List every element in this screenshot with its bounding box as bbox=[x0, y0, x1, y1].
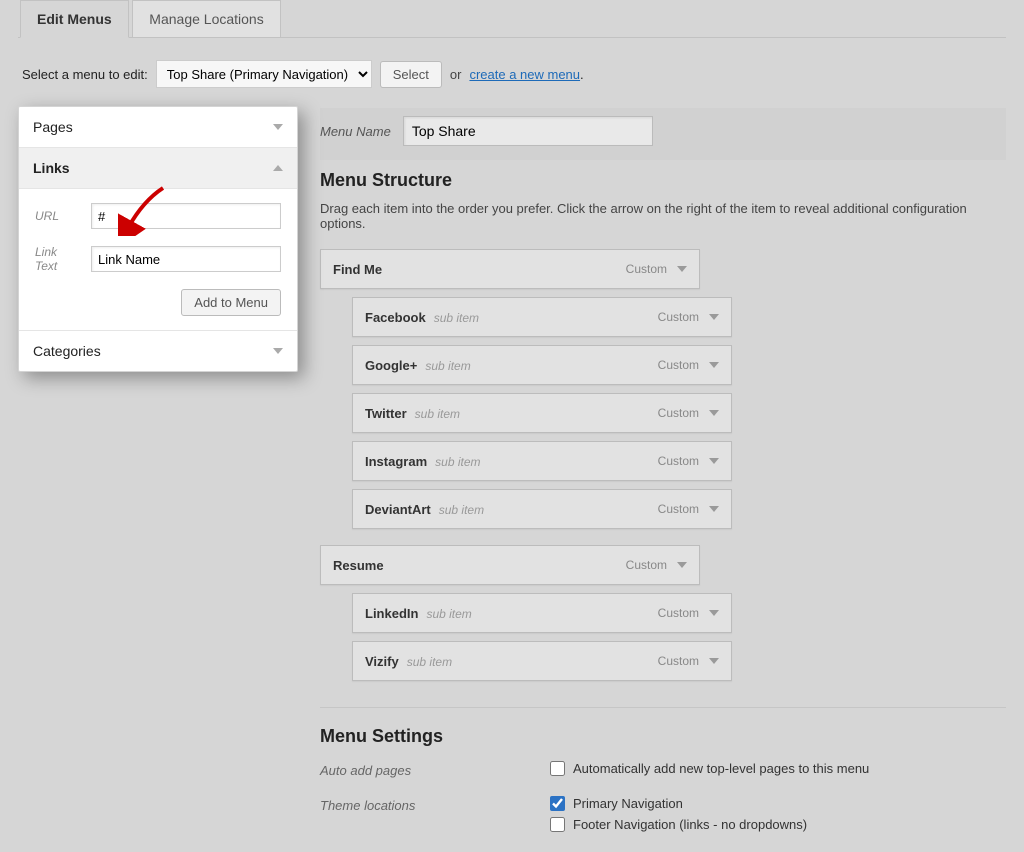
tab-manage-locations[interactable]: Manage Locations bbox=[132, 0, 280, 38]
menu-name-label: Menu Name bbox=[320, 124, 391, 139]
menu-item[interactable]: Google+ sub item Custom bbox=[352, 345, 732, 385]
chevron-down-icon[interactable] bbox=[709, 458, 719, 464]
chevron-down-icon[interactable] bbox=[677, 266, 687, 272]
select-menu-label: Select a menu to edit: bbox=[22, 67, 148, 82]
theme-primary-checkbox[interactable] bbox=[550, 796, 565, 811]
menu-item-title: Instagram bbox=[365, 454, 427, 469]
menu-item-type: Custom bbox=[626, 262, 667, 276]
menu-item[interactable]: DeviantArt sub item Custom bbox=[352, 489, 732, 529]
chevron-down-icon[interactable] bbox=[709, 314, 719, 320]
auto-add-label: Auto add pages bbox=[320, 761, 550, 778]
accordion-categories-label: Categories bbox=[33, 343, 101, 359]
tab-edit-menus[interactable]: Edit Menus bbox=[20, 0, 129, 38]
menu-item[interactable]: LinkedIn sub item Custom bbox=[352, 593, 732, 633]
menu-item-type: Custom bbox=[658, 606, 699, 620]
create-new-menu-link[interactable]: create a new menu bbox=[469, 67, 580, 82]
theme-footer-checkbox[interactable] bbox=[550, 817, 565, 832]
select-menu-bar: Select a menu to edit: Top Share (Primar… bbox=[18, 38, 1006, 106]
accordion-links[interactable]: Links bbox=[19, 148, 297, 189]
linktext-label: Link Text bbox=[35, 245, 81, 273]
menu-item-subitem-label: sub item bbox=[434, 311, 479, 325]
menu-item-subitem-label: sub item bbox=[439, 503, 484, 517]
menu-item-title: Twitter bbox=[365, 406, 407, 421]
menu-structure-heading: Menu Structure bbox=[320, 170, 1006, 191]
menu-item-subitem-label: sub item bbox=[415, 407, 460, 421]
chevron-down-icon bbox=[273, 348, 283, 354]
menu-settings-heading: Menu Settings bbox=[320, 726, 1006, 747]
menu-item-title: Facebook bbox=[365, 310, 426, 325]
menu-item-subitem-label: sub item bbox=[407, 655, 452, 669]
menu-item-subitem-label: sub item bbox=[425, 359, 470, 373]
theme-primary-row[interactable]: Primary Navigation bbox=[550, 796, 1006, 811]
menu-item-subitem-label: sub item bbox=[435, 455, 480, 469]
theme-footer-text: Footer Navigation (links - no dropdowns) bbox=[573, 817, 807, 832]
url-label: URL bbox=[35, 209, 81, 223]
chevron-down-icon[interactable] bbox=[709, 506, 719, 512]
menu-item-title: DeviantArt bbox=[365, 502, 431, 517]
auto-add-text: Automatically add new top-level pages to… bbox=[573, 761, 869, 776]
menu-item-title: Find Me bbox=[333, 262, 382, 277]
menu-item-subitem-label: sub item bbox=[426, 607, 471, 621]
chevron-down-icon[interactable] bbox=[709, 658, 719, 664]
menu-item-type: Custom bbox=[658, 406, 699, 420]
menu-item-type: Custom bbox=[658, 454, 699, 468]
menu-item-title: Resume bbox=[333, 558, 384, 573]
menu-item-type: Custom bbox=[658, 502, 699, 516]
accordion-links-label: Links bbox=[33, 160, 70, 176]
menu-item-title: Google+ bbox=[365, 358, 417, 373]
url-input[interactable] bbox=[91, 203, 281, 229]
theme-locations-label: Theme locations bbox=[320, 796, 550, 813]
chevron-down-icon[interactable] bbox=[709, 362, 719, 368]
sidebar-accordion: Pages Links URL Link Text bbox=[18, 106, 298, 372]
menu-item[interactable]: Twitter sub item Custom bbox=[352, 393, 732, 433]
or-text: or bbox=[450, 67, 462, 82]
chevron-down-icon[interactable] bbox=[709, 610, 719, 616]
theme-footer-row[interactable]: Footer Navigation (links - no dropdowns) bbox=[550, 817, 1006, 832]
links-panel: URL Link Text Add to Menu bbox=[19, 189, 297, 330]
accordion-pages[interactable]: Pages bbox=[19, 107, 297, 148]
menu-item-title: LinkedIn bbox=[365, 606, 418, 621]
chevron-up-icon bbox=[273, 165, 283, 171]
menu-item[interactable]: Instagram sub item Custom bbox=[352, 441, 732, 481]
menu-item[interactable]: Facebook sub item Custom bbox=[352, 297, 732, 337]
auto-add-checkbox[interactable] bbox=[550, 761, 565, 776]
menu-name-input[interactable] bbox=[403, 116, 653, 146]
menu-items-list: Find MeCustomFacebooksub itemCustomGoogl… bbox=[320, 249, 1006, 681]
menu-item-type: Custom bbox=[658, 654, 699, 668]
menu-item-type: Custom bbox=[658, 310, 699, 324]
add-to-menu-button[interactable]: Add to Menu bbox=[181, 289, 281, 316]
menu-select[interactable]: Top Share (Primary Navigation) bbox=[156, 60, 372, 88]
menu-item-title: Vizify bbox=[365, 654, 399, 669]
period: . bbox=[580, 67, 584, 82]
accordion-pages-label: Pages bbox=[33, 119, 73, 135]
tabs: Edit Menus Manage Locations bbox=[18, 0, 1006, 38]
menu-item[interactable]: Vizify sub item Custom bbox=[352, 641, 732, 681]
chevron-down-icon[interactable] bbox=[677, 562, 687, 568]
menu-item-type: Custom bbox=[658, 358, 699, 372]
accordion-categories[interactable]: Categories bbox=[19, 330, 297, 371]
chevron-down-icon[interactable] bbox=[709, 410, 719, 416]
chevron-down-icon bbox=[273, 124, 283, 130]
menu-name-row: Menu Name bbox=[320, 108, 1006, 160]
menu-item[interactable]: Resume Custom bbox=[320, 545, 700, 585]
select-button[interactable]: Select bbox=[380, 61, 442, 88]
menu-structure-help: Drag each item into the order you prefer… bbox=[320, 201, 1006, 231]
auto-add-checkbox-row[interactable]: Automatically add new top-level pages to… bbox=[550, 761, 1006, 776]
menu-item[interactable]: Find Me Custom bbox=[320, 249, 700, 289]
linktext-input[interactable] bbox=[91, 246, 281, 272]
theme-primary-text: Primary Navigation bbox=[573, 796, 683, 811]
menu-item-type: Custom bbox=[626, 558, 667, 572]
